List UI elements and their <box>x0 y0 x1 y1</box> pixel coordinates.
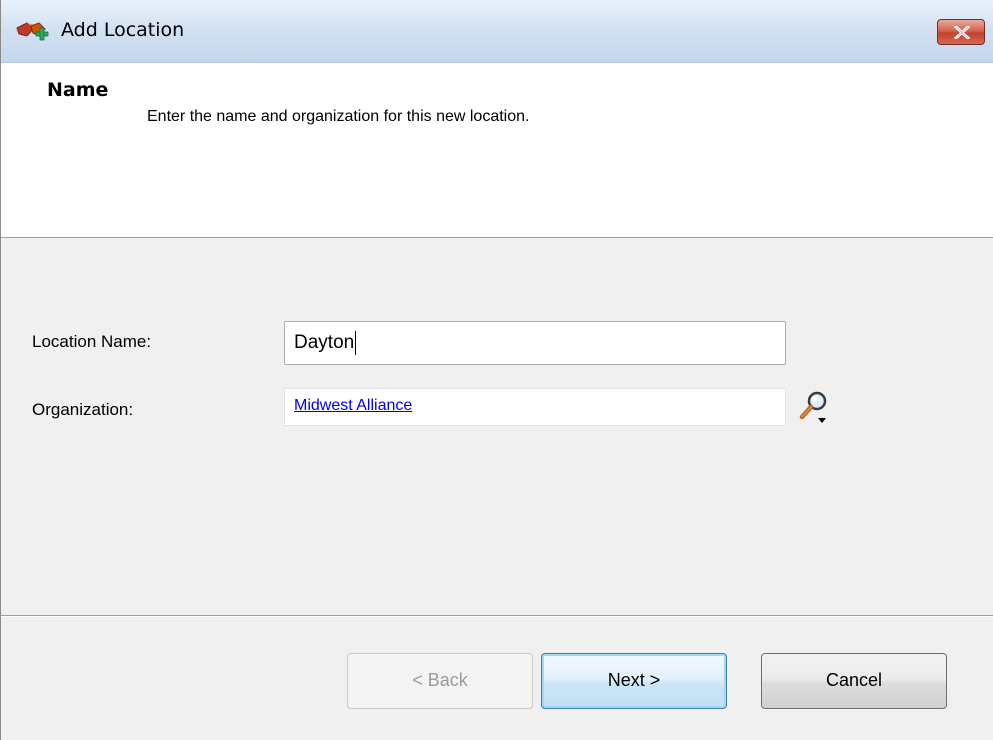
organization-field: Midwest Alliance <box>284 388 786 426</box>
back-button[interactable]: < Back <box>347 653 533 709</box>
location-name-value: Dayton <box>294 332 355 353</box>
page-description: Enter the name and organization for this… <box>147 108 530 125</box>
wizard-header: Name Enter the name and organization for… <box>1 63 993 238</box>
title-bar[interactable]: Add Location <box>1 0 993 63</box>
location-add-icon <box>13 20 51 46</box>
close-icon <box>954 26 970 39</box>
footer-divider <box>1 615 993 617</box>
location-name-input[interactable]: Dayton <box>284 321 786 365</box>
magnifier-dropdown-icon[interactable] <box>797 388 833 426</box>
organization-link[interactable]: Midwest Alliance <box>294 397 412 415</box>
location-name-label: Location Name: <box>32 332 152 351</box>
close-button[interactable] <box>937 19 985 45</box>
page-title: Name <box>47 79 109 101</box>
add-location-dialog: Add Location Name Enter the name and org… <box>0 0 993 740</box>
organization-label: Organization: <box>32 400 134 419</box>
text-caret <box>355 330 357 355</box>
cancel-button[interactable]: Cancel <box>761 653 947 709</box>
window-title: Add Location <box>61 19 185 41</box>
next-button[interactable]: Next > <box>541 653 727 709</box>
